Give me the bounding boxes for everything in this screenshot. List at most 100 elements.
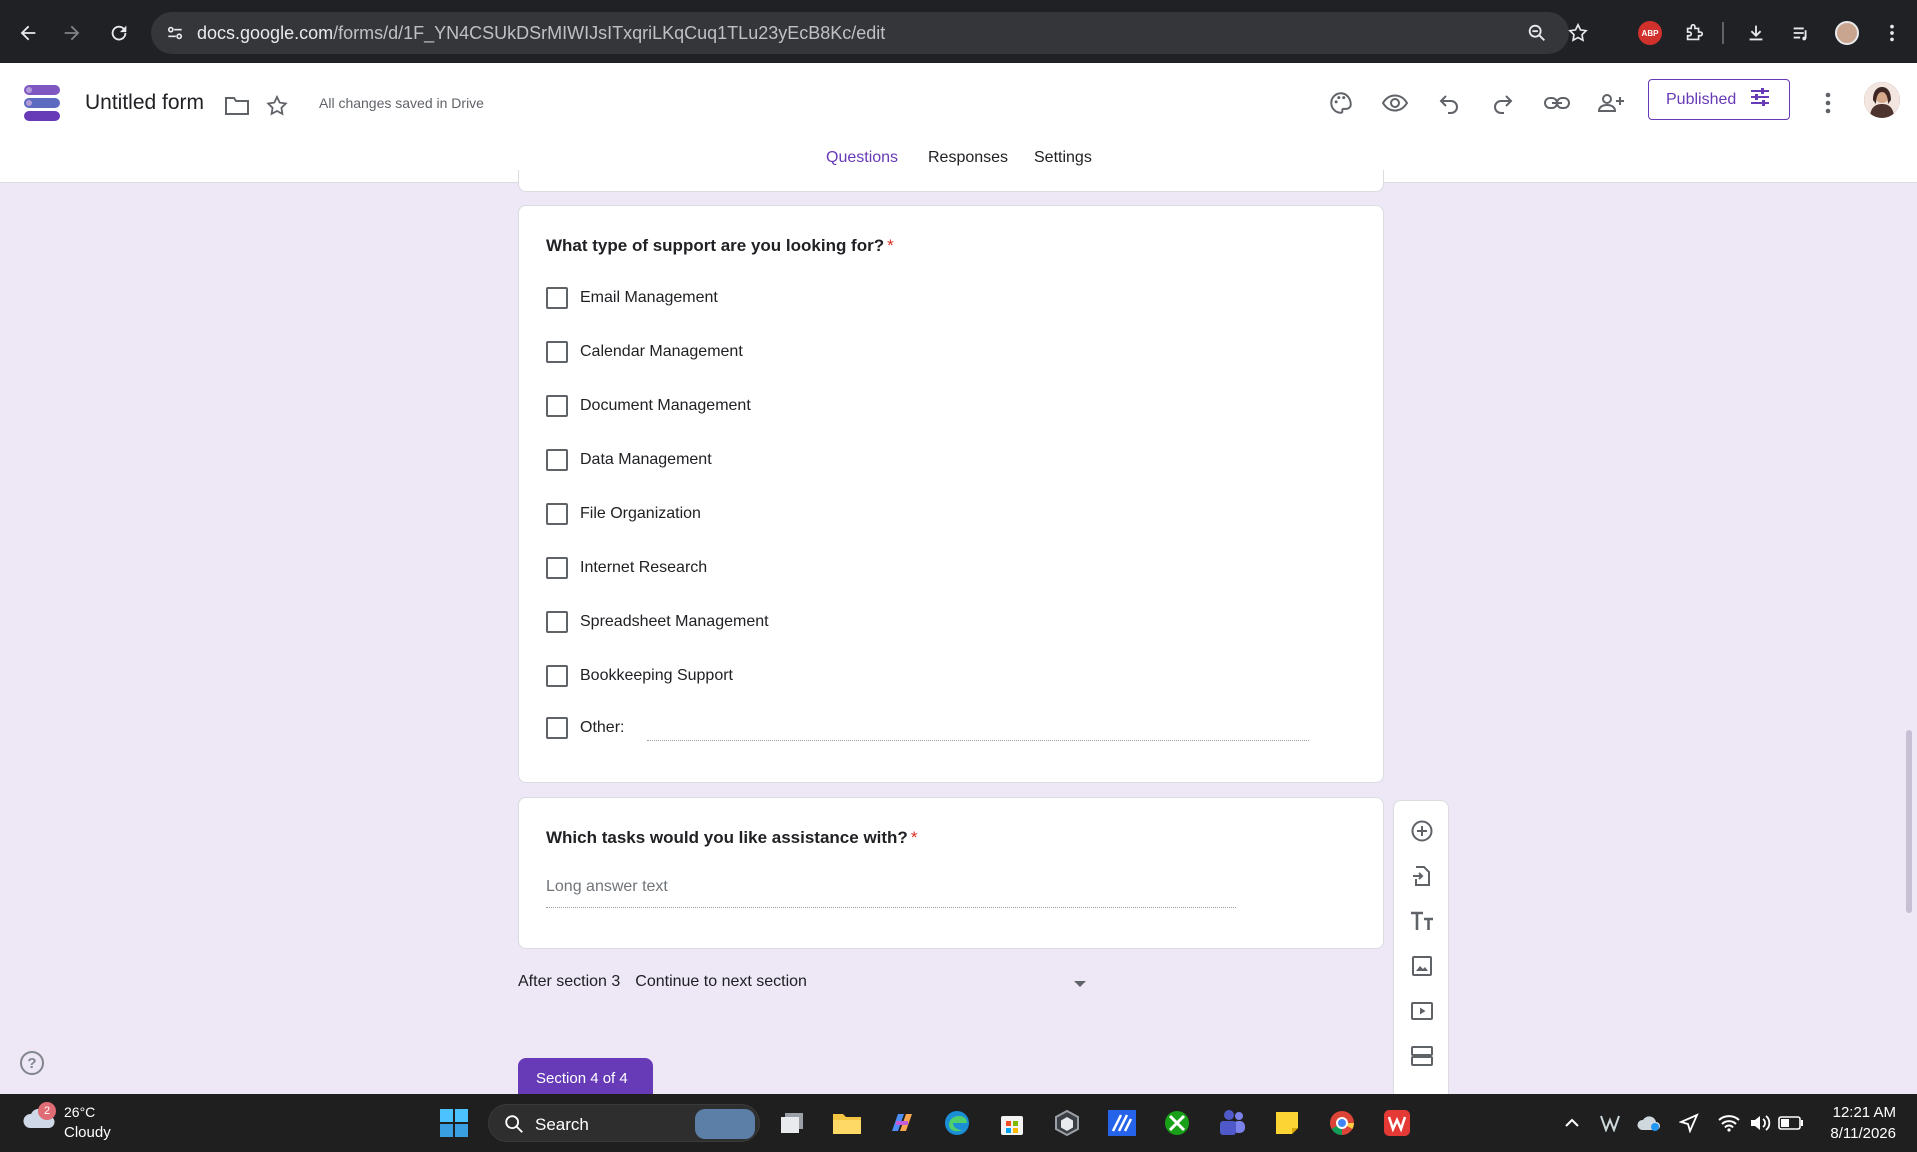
published-button[interactable]: Published [1648, 79, 1790, 120]
star-icon[interactable] [259, 88, 295, 124]
task-view-icon[interactable] [776, 1107, 808, 1139]
checkbox[interactable] [546, 449, 568, 471]
bookmark-star-icon[interactable] [1567, 22, 1589, 49]
zoom-icon[interactable] [1526, 22, 1548, 49]
option-label: Document Management [580, 397, 751, 414]
after-section-select[interactable]: Continue to next section [635, 973, 807, 990]
add-image-icon[interactable] [1407, 951, 1437, 981]
question-title: Which tasks would you like assistance wi… [546, 828, 917, 848]
browser-menu-icon[interactable] [1877, 18, 1907, 48]
checkbox-option[interactable]: Email Management [546, 286, 718, 310]
forms-logo-icon[interactable] [22, 83, 62, 128]
clock-date[interactable]: 8/11/2026 [1818, 1125, 1896, 1142]
add-question-icon[interactable] [1407, 816, 1437, 846]
profile-avatar-small[interactable] [1832, 18, 1862, 48]
location-arrow-icon[interactable] [1676, 1110, 1702, 1136]
after-section-control[interactable]: After section 3 Continue to next section [518, 973, 807, 991]
checkbox[interactable] [546, 717, 568, 739]
sticky-notes-icon[interactable] [1271, 1107, 1303, 1139]
download-icon[interactable] [1741, 18, 1771, 48]
help-icon[interactable]: ? [20, 1051, 44, 1075]
palette-icon[interactable] [1323, 85, 1359, 121]
question-card-checkboxes[interactable]: What type of support are you looking for… [518, 205, 1384, 783]
taskbar-search[interactable]: Search [488, 1104, 760, 1142]
question-card-long-answer[interactable]: Which tasks would you like assistance wi… [518, 797, 1384, 949]
link-icon[interactable] [1539, 85, 1575, 121]
account-avatar[interactable] [1864, 82, 1900, 118]
browser-toolbar: docs.google.com/forms/d/1F_YN4CSUkDSrMIW… [0, 0, 1917, 63]
checkbox[interactable] [546, 395, 568, 417]
battery-icon[interactable] [1778, 1110, 1804, 1136]
app-blue-chart-icon[interactable] [1106, 1107, 1138, 1139]
media-queue-icon[interactable] [1786, 18, 1816, 48]
edge-browser-icon[interactable] [941, 1107, 973, 1139]
add-title-text-icon[interactable] [1407, 906, 1437, 936]
onedrive-cloud-icon[interactable] [1636, 1110, 1662, 1136]
undo-icon[interactable] [1431, 85, 1467, 121]
tab-settings[interactable]: Settings [1034, 149, 1092, 167]
option-label: Other: [580, 719, 625, 736]
checkbox-option[interactable]: File Organization [546, 502, 701, 526]
checkbox[interactable] [546, 503, 568, 525]
question-title-text: Which tasks would you like assistance wi… [546, 828, 908, 847]
import-questions-icon[interactable] [1407, 861, 1437, 891]
weather-notification-badge: 2 [38, 1102, 56, 1120]
long-answer-field[interactable]: Long answer text [546, 878, 1236, 908]
xbox-icon[interactable] [1161, 1107, 1193, 1139]
windows-taskbar: 2 26°C Cloudy Search 12:21 AM 8/11/2026 [0, 1094, 1917, 1152]
url-text: docs.google.com/forms/d/1F_YN4CSUkDSrMIW… [197, 23, 885, 44]
question-title: What type of support are you looking for… [546, 236, 894, 256]
copilot-icon[interactable] [886, 1107, 918, 1139]
reload-icon[interactable] [104, 18, 134, 48]
form-title[interactable]: Untitled form [85, 91, 204, 115]
checkbox[interactable] [546, 665, 568, 687]
address-bar[interactable]: docs.google.com/forms/d/1F_YN4CSUkDSrMIW… [151, 12, 1588, 54]
checkbox[interactable] [546, 611, 568, 633]
temperature: 26°C [64, 1104, 96, 1120]
search-highlight-image [695, 1109, 755, 1139]
more-options-icon[interactable] [1810, 85, 1846, 121]
chrome-icon[interactable] [1326, 1107, 1358, 1139]
wps-office-icon[interactable] [1381, 1107, 1413, 1139]
app-cube-icon[interactable] [1051, 1107, 1083, 1139]
add-video-icon[interactable] [1407, 996, 1437, 1026]
show-hidden-icons-chevron-up-icon[interactable] [1559, 1110, 1585, 1136]
file-explorer-icon[interactable] [831, 1107, 863, 1139]
option-label: Bookkeeping Support [580, 667, 733, 684]
checkbox-option[interactable]: Data Management [546, 448, 712, 472]
tab-questions[interactable]: Questions [826, 149, 898, 167]
clock-time[interactable]: 12:21 AM [1826, 1104, 1896, 1121]
extensions-puzzle-icon[interactable] [1679, 18, 1709, 48]
adblock-extension-icon[interactable]: ABP [1635, 18, 1665, 48]
preview-eye-icon[interactable] [1377, 85, 1413, 121]
tray-app-icon[interactable] [1597, 1110, 1623, 1136]
back-arrow-icon[interactable] [13, 18, 43, 48]
checkbox[interactable] [546, 341, 568, 363]
windows-start-icon[interactable] [438, 1107, 470, 1139]
checkbox[interactable] [546, 287, 568, 309]
wifi-icon[interactable] [1716, 1110, 1742, 1136]
move-to-folder-icon[interactable] [219, 88, 255, 124]
toolbar-divider [1722, 22, 1724, 44]
tab-responses[interactable]: Responses [928, 149, 1008, 167]
redo-icon[interactable] [1485, 85, 1521, 121]
teams-icon[interactable] [1216, 1107, 1248, 1139]
add-collaborator-icon[interactable] [1593, 85, 1629, 121]
checkbox[interactable] [546, 557, 568, 579]
forward-arrow-icon[interactable] [57, 18, 87, 48]
volume-icon[interactable] [1747, 1110, 1773, 1136]
checkbox-option[interactable]: Spreadsheet Management [546, 610, 769, 634]
other-text-field[interactable] [647, 740, 1309, 741]
checkbox-option[interactable]: Bookkeeping Support [546, 664, 733, 688]
site-info-icon[interactable] [165, 23, 185, 48]
checkbox-option[interactable]: Internet Research [546, 556, 707, 580]
checkbox-option[interactable]: Calendar Management [546, 340, 743, 364]
dropdown-caret-icon[interactable] [1074, 981, 1086, 987]
microsoft-store-icon[interactable] [996, 1107, 1028, 1139]
checkbox-option-other[interactable]: Other: [546, 716, 624, 740]
add-section-icon[interactable] [1407, 1041, 1437, 1071]
scrollbar-thumb[interactable] [1906, 730, 1912, 913]
required-asterisk: * [910, 828, 918, 847]
checkbox-option[interactable]: Document Management [546, 394, 751, 418]
url-host: docs.google.com [197, 23, 334, 43]
